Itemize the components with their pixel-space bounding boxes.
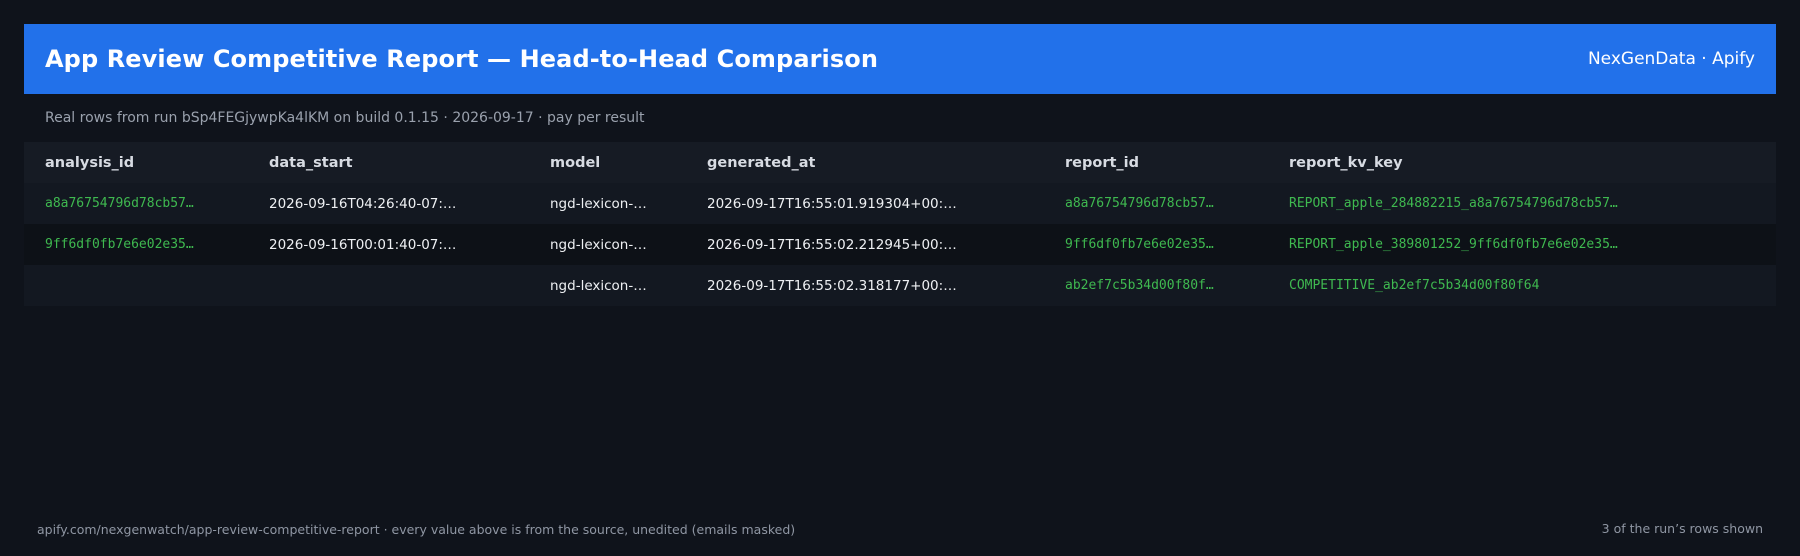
cell-model: ngd-lexicon-…: [550, 236, 647, 253]
cell-analysis-id: 9ff6df0fb7e6e02e35…: [45, 237, 194, 252]
brand-label: NexGenData · Apify: [1587, 49, 1755, 69]
column-header-report-kv-key: report_kv_key: [1289, 154, 1403, 171]
cell-report-id: 9ff6df0fb7e6e02e35…: [1065, 237, 1214, 252]
cell-data-start: 2026-09-16T00:01:40-07:…: [269, 236, 457, 253]
cell-report-kv-key: REPORT_apple_389801252_9ff6df0fb7e6e02e3…: [1289, 237, 1618, 252]
table-row: a8a76754796d78cb57… 2026-09-16T04:26:40-…: [24, 183, 1776, 224]
column-header-generated-at: generated_at: [707, 154, 816, 171]
table-header-row: analysis_id data_start model generated_a…: [24, 142, 1776, 183]
footer-row-count: 3 of the run’s rows shown: [1601, 521, 1763, 536]
column-header-model: model: [550, 154, 601, 171]
cell-model: ngd-lexicon-…: [550, 277, 647, 294]
results-table: analysis_id data_start model generated_a…: [24, 142, 1776, 306]
column-header-data-start: data_start: [269, 154, 353, 171]
cell-generated-at: 2026-09-17T16:55:02.318177+00:…: [707, 277, 957, 294]
report-page: App Review Competitive Report — Head-to-…: [0, 0, 1800, 556]
cell-model: ngd-lexicon-…: [550, 195, 647, 212]
column-header-report-id: report_id: [1065, 154, 1140, 171]
report-header: App Review Competitive Report — Head-to-…: [24, 24, 1776, 94]
cell-generated-at: 2026-09-17T16:55:02.212945+00:…: [707, 236, 957, 253]
column-header-analysis-id: analysis_id: [45, 154, 135, 171]
cell-analysis-id: a8a76754796d78cb57…: [45, 196, 194, 211]
cell-generated-at: 2026-09-17T16:55:01.919304+00:…: [707, 195, 957, 212]
footer-source-note: apify.com/nexgenwatch/app-review-competi…: [37, 522, 796, 537]
table-row: ngd-lexicon-… 2026-09-17T16:55:02.318177…: [24, 265, 1776, 306]
cell-data-start: 2026-09-16T04:26:40-07:…: [269, 195, 457, 212]
table-row: 9ff6df0fb7e6e02e35… 2026-09-16T00:01:40-…: [24, 224, 1776, 265]
cell-report-kv-key: COMPETITIVE_ab2ef7c5b34d00f80f64: [1289, 278, 1540, 293]
cell-report-id: a8a76754796d78cb57…: [1065, 196, 1214, 211]
run-subtitle: Real rows from run bSp4FEGjywpKa4lKM on …: [45, 110, 645, 126]
cell-report-id: ab2ef7c5b34d00f80f…: [1065, 278, 1214, 293]
cell-report-kv-key: REPORT_apple_284882215_a8a76754796d78cb5…: [1289, 196, 1618, 211]
page-title: App Review Competitive Report — Head-to-…: [45, 45, 879, 73]
